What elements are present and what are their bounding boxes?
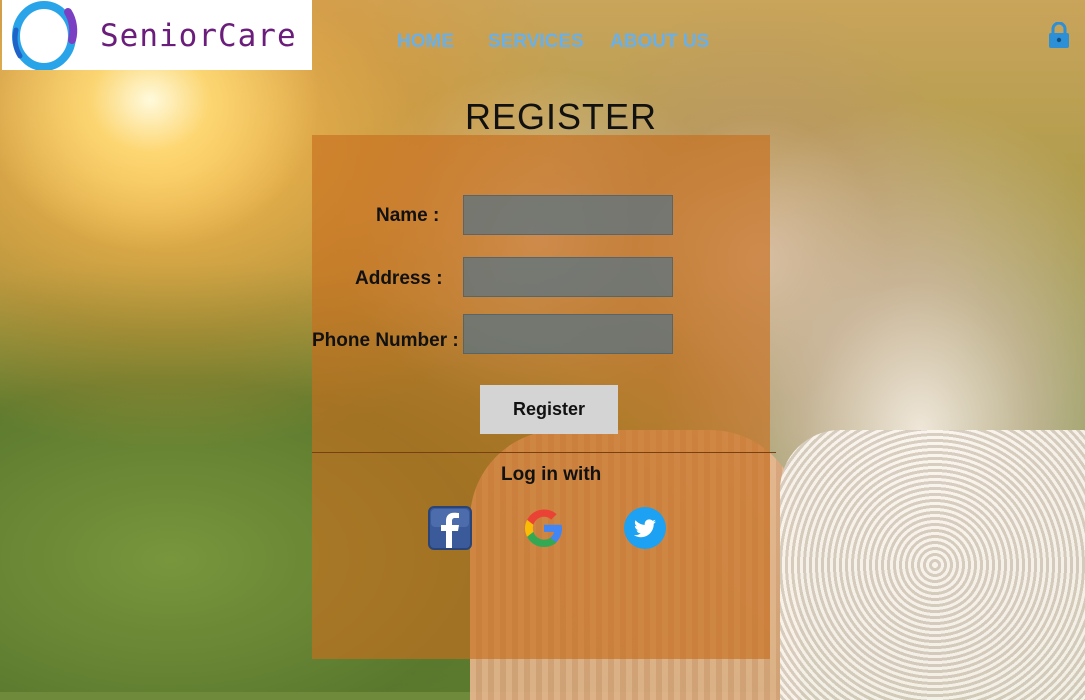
background-shawl	[780, 430, 1085, 700]
twitter-icon[interactable]	[623, 506, 667, 550]
name-label: Name :	[376, 205, 440, 226]
logo-ring-icon	[12, 1, 78, 70]
nav-home[interactable]: HOME	[397, 31, 454, 53]
login-with-label: Log in with	[501, 464, 602, 485]
address-input[interactable]	[463, 257, 673, 297]
phone-number-input[interactable]	[463, 314, 673, 354]
google-icon[interactable]	[522, 506, 566, 550]
register-button[interactable]: Register	[480, 385, 618, 434]
phone-number-label: Phone Number :	[312, 330, 459, 351]
nav-services[interactable]: SERVICES	[488, 31, 584, 53]
lock-icon[interactable]	[1047, 22, 1071, 48]
facebook-icon[interactable]	[428, 506, 472, 550]
page-title: REGISTER	[465, 96, 658, 137]
name-input[interactable]	[463, 195, 673, 235]
brand-name: SeniorCare	[100, 18, 297, 54]
nav-about-us[interactable]: ABOUT US	[610, 31, 709, 53]
address-label: Address :	[355, 268, 443, 289]
divider	[312, 452, 776, 453]
brand-logo[interactable]: SeniorCare	[2, 0, 312, 70]
